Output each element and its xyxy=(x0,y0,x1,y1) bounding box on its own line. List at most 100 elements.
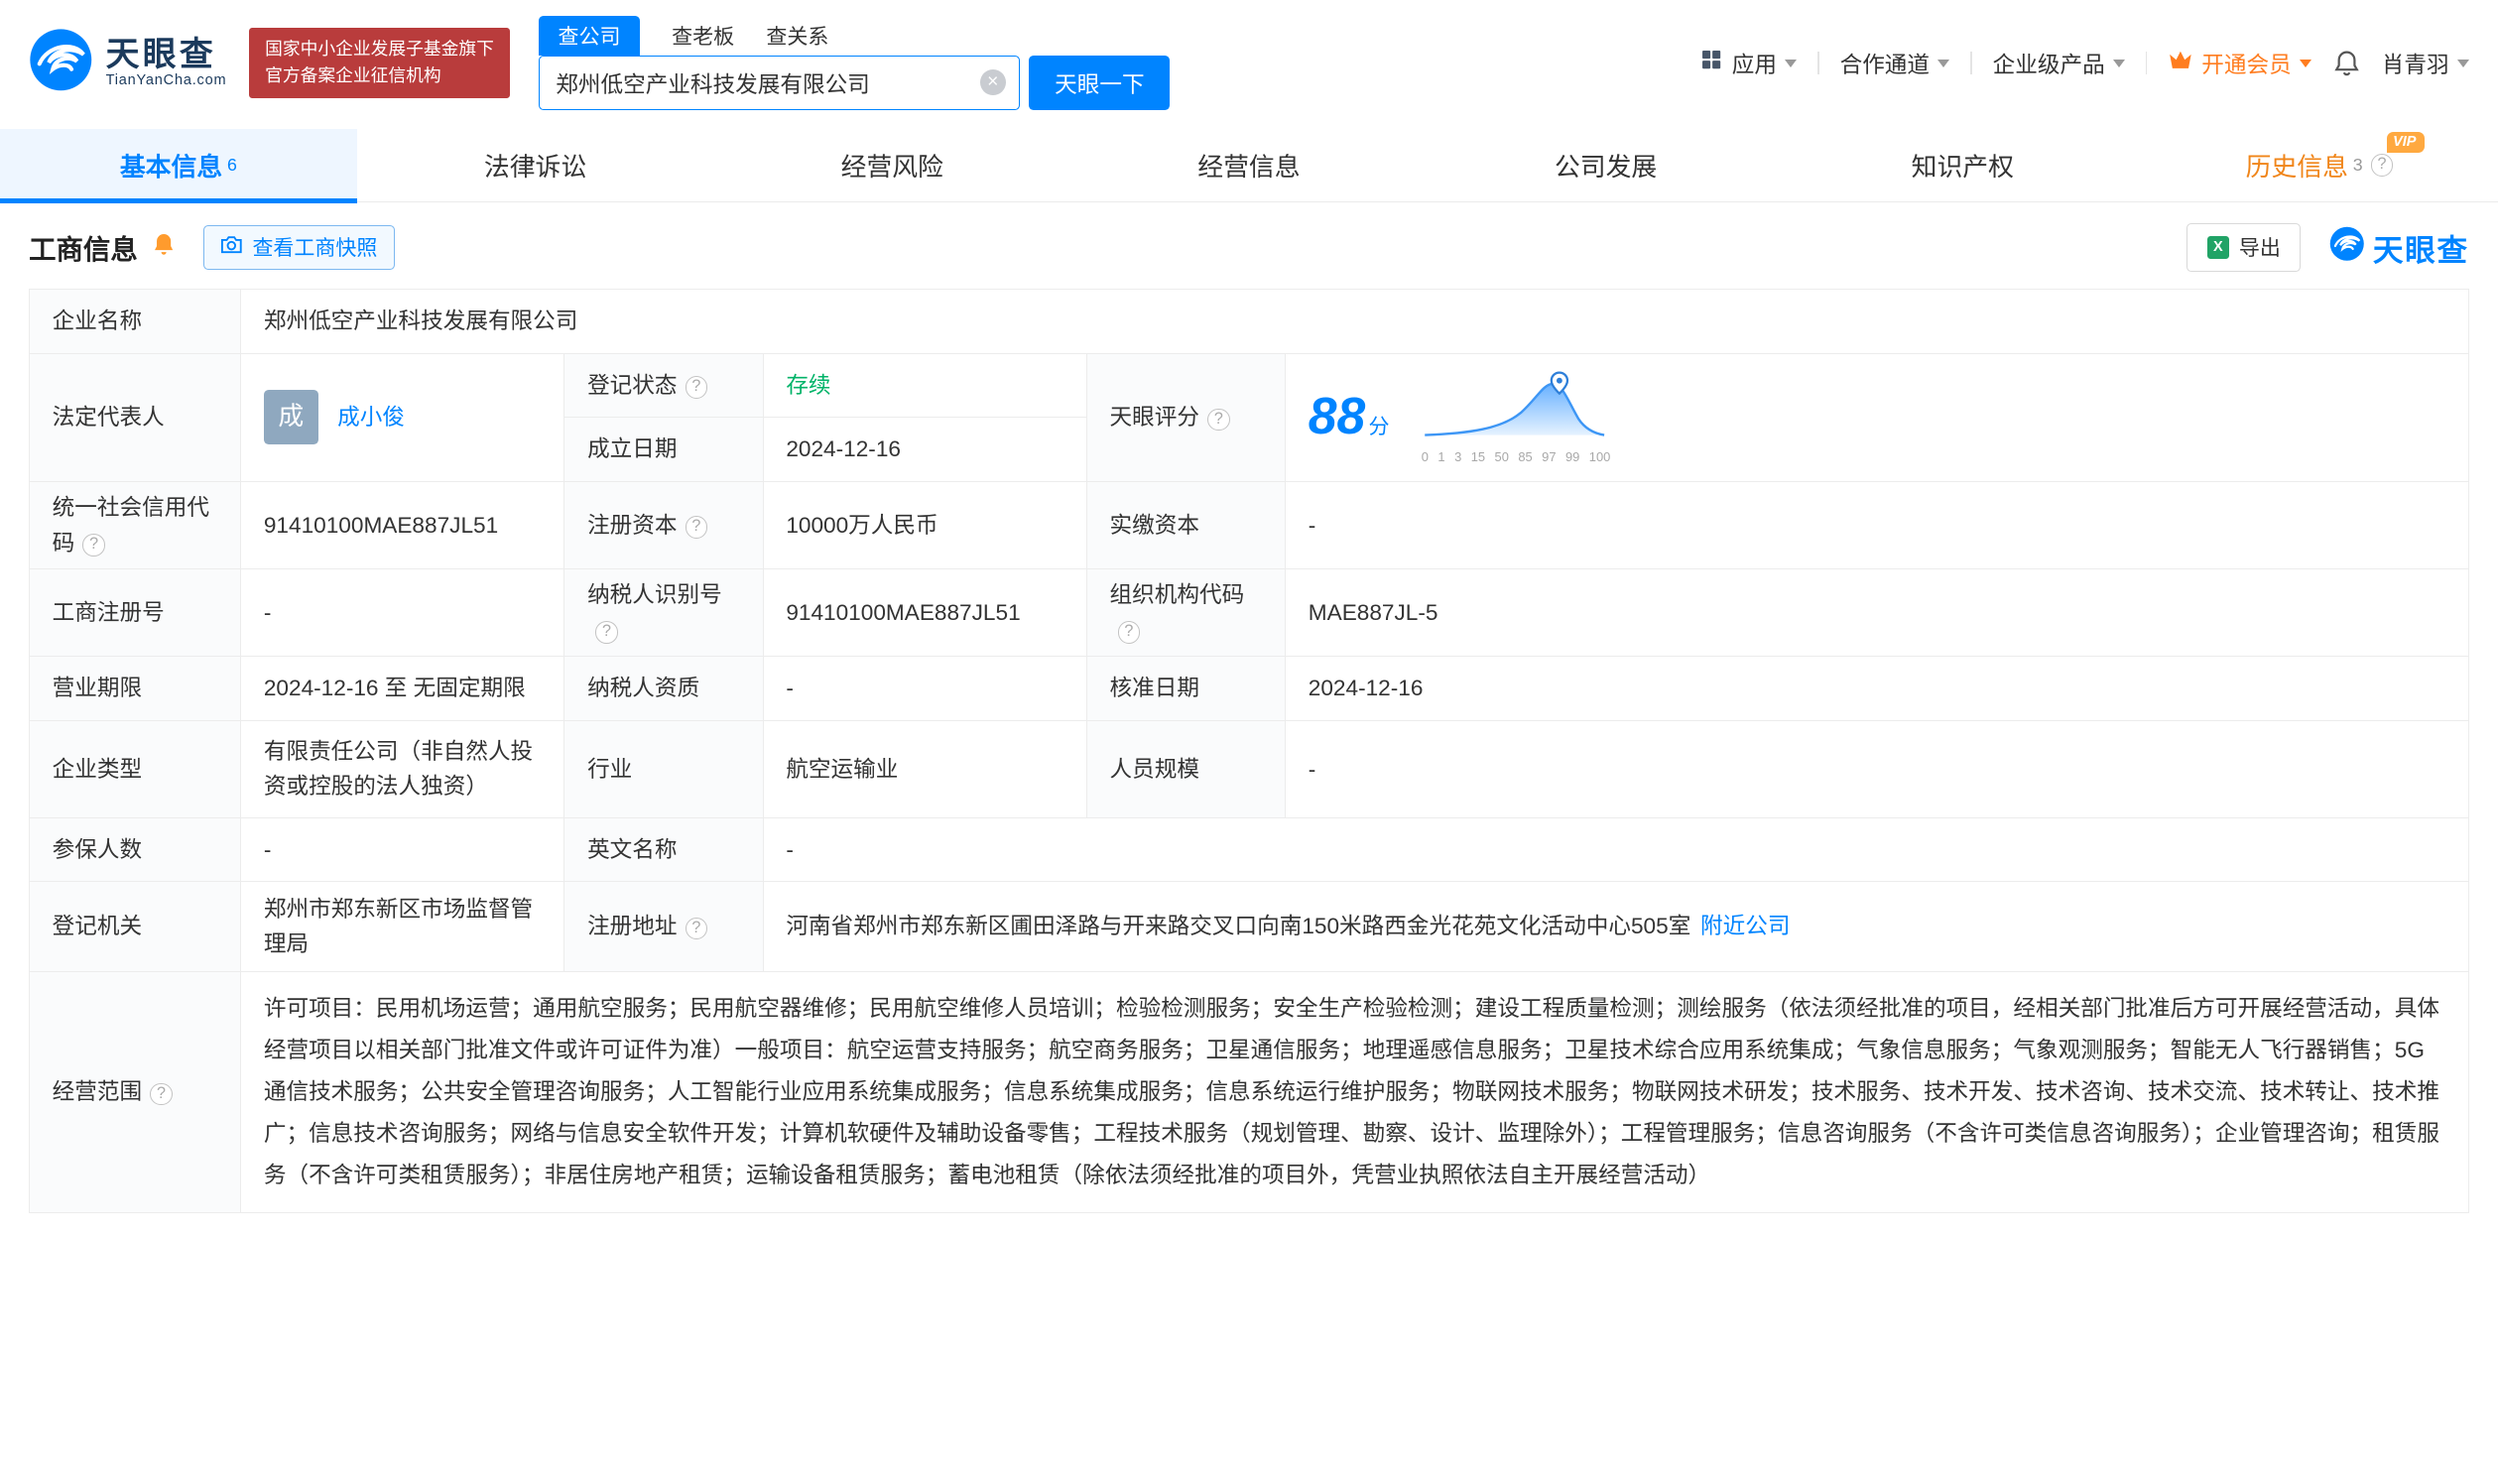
tianyancha-watermark-icon xyxy=(2329,226,2365,269)
english-name-value: - xyxy=(762,816,2469,883)
camera-icon xyxy=(220,235,243,260)
help-icon[interactable] xyxy=(2370,154,2394,178)
field-label: 注册资本 xyxy=(563,481,764,570)
help-icon[interactable] xyxy=(685,376,708,399)
insured-value: - xyxy=(240,816,565,883)
snapshot-button[interactable]: 查看工商快照 xyxy=(203,224,395,270)
search-tab-boss[interactable]: 查老板 xyxy=(672,16,734,56)
table-row-company-type: 企业类型 有限责任公司（非自然人投资或控股的法人独资） 行业 航空运输业 人员规… xyxy=(29,720,2469,818)
nav-apps[interactable]: 应用 xyxy=(1699,47,1797,79)
field-label: 实缴资本 xyxy=(1085,481,1287,570)
reg-number-value: - xyxy=(240,568,565,658)
field-label: 英文名称 xyxy=(563,816,764,883)
field-label: 法定代表人 xyxy=(29,352,242,483)
help-icon[interactable] xyxy=(150,1082,173,1106)
field-label: 登记状态 xyxy=(563,352,764,419)
tab-basic-info[interactable]: 基本信息 6 xyxy=(0,129,357,204)
business-scope-value: 许可项目：民用机场运营；通用航空服务；民用航空器维修；民用航空维修人员培训；检验… xyxy=(240,970,2469,1214)
tab-intellectual-property[interactable]: 知识产权 xyxy=(1784,129,2141,201)
field-label: 企业名称 xyxy=(29,289,242,354)
address-value: 河南省郑州市郑东新区圃田泽路与开来路交叉口向南150米路西金光花苑文化活动中心5… xyxy=(762,881,2469,972)
tab-business-risk[interactable]: 经营风险 xyxy=(713,129,1070,201)
field-label: 纳税人识别号 xyxy=(563,568,764,658)
excel-icon xyxy=(2206,236,2230,259)
tianyan-score-value: 88 分 0 1 3 15 50 85 97 99 100 xyxy=(1285,352,2469,483)
taxpayer-id-value: 91410100MAE887JL51 xyxy=(762,568,1087,658)
nearby-companies-link[interactable]: 附近公司 xyxy=(1700,914,1790,938)
help-icon[interactable] xyxy=(595,621,618,644)
reg-capital-value: 10000万人民币 xyxy=(762,481,1087,570)
monitor-bell-icon[interactable] xyxy=(152,232,176,263)
search-tabs: 查公司 查老板 查关系 xyxy=(539,16,1170,56)
help-icon[interactable] xyxy=(1207,408,1230,432)
field-label: 经营范围 xyxy=(29,970,242,1214)
tab-count: 3 xyxy=(2352,155,2363,176)
field-label: 企业类型 xyxy=(29,720,242,818)
score-number: 88 分 xyxy=(1308,386,1390,444)
business-info-section-bar: 工商信息 查看工商快照 导出 天眼查 xyxy=(0,202,2498,289)
field-label: 统一社会信用代码 xyxy=(29,481,242,570)
certification-badge: 国家中小企业发展子基金旗下 官方备案企业征信机构 xyxy=(249,27,511,99)
company-name-value: 郑州低空产业科技发展有限公司 xyxy=(240,289,2469,354)
tianyancha-company-page: 天眼查 TianYanCha.com 国家中小企业发展子基金旗下 官方备案企业征… xyxy=(0,0,2498,1214)
legal-rep-link[interactable]: 成小俊 xyxy=(337,400,405,435)
vip-crown-icon xyxy=(2168,49,2193,77)
table-row-credit-code: 统一社会信用代码 91410100MAE887JL51 注册资本 10000万人… xyxy=(29,481,2469,570)
divider xyxy=(1970,52,1972,74)
search-tab-relation[interactable]: 查关系 xyxy=(766,16,828,56)
field-label: 行业 xyxy=(563,720,764,818)
search-input[interactable] xyxy=(553,67,980,97)
chevron-down-icon xyxy=(2299,60,2311,73)
divider xyxy=(2145,52,2148,74)
legal-rep-avatar[interactable]: 成 xyxy=(263,390,318,445)
nav-open-vip[interactable]: 开通会员 xyxy=(2168,47,2311,79)
notification-bell-icon[interactable] xyxy=(2332,49,2361,77)
help-icon[interactable] xyxy=(82,534,105,556)
help-icon[interactable] xyxy=(685,516,708,539)
help-icon[interactable] xyxy=(1117,621,1141,644)
score-distribution-chart: 0 1 3 15 50 85 97 99 100 xyxy=(1422,371,1611,465)
tab-legal-proceedings[interactable]: 法律诉讼 xyxy=(357,129,714,201)
brand-name: 天眼查 xyxy=(105,35,216,73)
search-tab-company[interactable]: 查公司 xyxy=(539,16,640,56)
search-box xyxy=(539,55,1020,110)
field-label: 注册地址 xyxy=(563,881,764,972)
header: 天眼查 TianYanCha.com 国家中小企业发展子基金旗下 官方备案企业征… xyxy=(0,0,2498,119)
legal-rep-value: 成 成小俊 xyxy=(240,352,565,483)
score-axis: 0 1 3 15 50 85 97 99 100 xyxy=(1421,448,1611,464)
tab-history-info[interactable]: VIP 历史信息 3 xyxy=(2141,129,2498,201)
chevron-down-icon xyxy=(2112,60,2125,73)
help-icon[interactable] xyxy=(685,917,708,940)
certification-badge-line2: 官方备案企业征信机构 xyxy=(265,65,441,86)
org-code-value: MAE887JL-5 xyxy=(1285,568,2469,658)
field-label: 组织机构代码 xyxy=(1085,568,1287,658)
tab-count: 6 xyxy=(226,155,237,176)
search-button[interactable]: 天眼一下 xyxy=(1029,55,1171,110)
tab-company-development[interactable]: 公司发展 xyxy=(1428,129,1785,201)
table-row-reg-authority: 登记机关 郑州市郑东新区市场监督管理局 注册地址 河南省郑州市郑东新区圃田泽路与… xyxy=(29,881,2469,972)
tianyancha-logo[interactable]: 天眼查 TianYanCha.com xyxy=(29,28,226,99)
export-button[interactable]: 导出 xyxy=(2186,223,2302,272)
chevron-down-icon xyxy=(2456,60,2469,73)
business-info-table: 企业名称 郑州低空产业科技发展有限公司 法定代表人 成 成小俊 登记状态 存续 … xyxy=(29,289,2469,1214)
business-term-value: 2024-12-16 至 无固定期限 xyxy=(240,656,565,721)
field-label: 核准日期 xyxy=(1085,656,1287,721)
chevron-down-icon xyxy=(1785,60,1797,73)
tab-business-info[interactable]: 经营信息 xyxy=(1070,129,1428,201)
credit-code-value: 91410100MAE887JL51 xyxy=(240,481,565,570)
brand-domain: TianYanCha.com xyxy=(105,72,227,89)
clear-search-icon[interactable] xyxy=(979,69,1006,96)
user-menu[interactable]: 肖青羽 xyxy=(2382,47,2469,79)
top-nav: 应用 合作通道 企业级产品 开通会员 肖青羽 xyxy=(1699,47,2469,79)
staff-size-value: - xyxy=(1285,720,2469,818)
table-row-business-scope: 经营范围 许可项目：民用机场运营；通用航空服务；民用航空器维修；民用航空维修人员… xyxy=(29,970,2469,1214)
vip-badge: VIP xyxy=(2386,132,2425,154)
field-label: 成立日期 xyxy=(563,417,764,483)
table-row-company-name: 企业名称 郑州低空产业科技发展有限公司 xyxy=(29,289,2469,354)
tianyancha-watermark: 天眼查 xyxy=(2329,225,2468,270)
divider xyxy=(1816,52,1819,74)
nav-cooperation-channel[interactable]: 合作通道 xyxy=(1840,47,1950,79)
establish-date-value: 2024-12-16 xyxy=(762,417,1087,483)
tianyancha-logo-icon xyxy=(29,28,93,99)
nav-enterprise-products[interactable]: 企业级产品 xyxy=(1993,47,2125,79)
